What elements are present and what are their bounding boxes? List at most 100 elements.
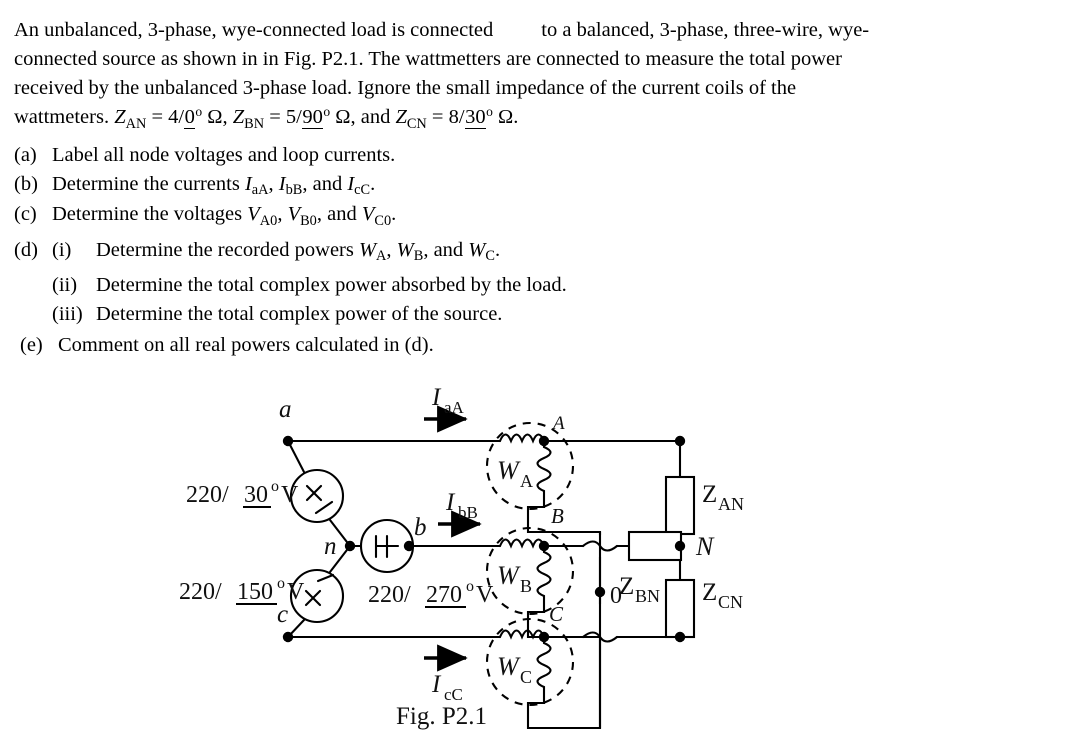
item-b: (b) Determine the currents IaA, IbB, and… <box>14 170 1054 201</box>
node-label-c: c <box>277 601 288 628</box>
statement-line-1: An unbalanced, 3-phase, wye-connected lo… <box>14 16 1054 45</box>
z-bn-angle: 90 <box>301 106 324 129</box>
source-b-magnitude: 220/ <box>368 582 411 608</box>
voltage-b0-subscript: B0 <box>300 212 317 229</box>
circuit-figure: a c n b N 0 220/ 30 o V 220/ 150 o V 220… <box>0 372 1069 750</box>
impedance-label-zbn: Z BN <box>619 573 660 606</box>
node-dot-wattmeter-b-tap <box>538 540 550 552</box>
item-c-text: Determine the voltages VA0, VB0, and VC0… <box>52 200 1054 231</box>
item-b-prefix: Determine the currents <box>52 172 245 195</box>
source-c-magnitude: 220/ <box>179 579 222 605</box>
node-dot-N <box>674 540 686 552</box>
node-dot-zcn-bottom <box>674 631 686 643</box>
node-label-N: N <box>695 532 715 561</box>
source-label-a: 220/ 30 o V <box>186 478 299 508</box>
wire-a-to-source-a <box>286 439 306 474</box>
source-label-b: 220/ 270 o V <box>368 578 494 608</box>
power-wb-symbol: W <box>396 238 414 261</box>
node-dot-a <box>282 435 294 447</box>
z-an-subscript: AN <box>125 115 147 132</box>
problem-items: (a) Label all node voltages and loop cur… <box>14 141 1054 360</box>
source-b-unit: V <box>476 582 494 608</box>
z-cn-subscript: CN <box>406 115 427 132</box>
circuit-diagram-svg: a c n b N 0 220/ 30 o V 220/ 150 o V 220… <box>179 384 744 730</box>
wattmeter-a-symbol: W <box>497 456 521 485</box>
wattmeter-a-subscript: A <box>520 471 533 491</box>
z-an-equals: = 4/ <box>146 106 185 128</box>
current-ibb-subscript: bB <box>458 503 478 522</box>
impedance-zcn-subscript: CN <box>718 592 743 612</box>
source-a-unit: V <box>281 482 299 508</box>
z-bn-subscript: BN <box>244 115 265 132</box>
impedance-zcn-box <box>664 578 696 639</box>
item-d-marker: (d) <box>14 238 38 261</box>
voltage-b0-symbol: V <box>287 203 301 225</box>
item-d-ii: (ii) Determine the total complex power a… <box>14 271 1054 300</box>
z-an-degree: o <box>195 103 203 119</box>
current-aa-subscript: aA <box>251 182 269 199</box>
impedance-zbn-subscript: BN <box>635 586 660 606</box>
item-c-prefix: Determine the voltages <box>52 203 248 225</box>
z-an-ohm: Ω, <box>202 106 233 128</box>
source-a-angle: 30 <box>244 482 268 508</box>
wattmeter-c-voltage-coil <box>536 635 552 695</box>
z-bn-equals: = 5/ <box>264 106 302 128</box>
source-c-angle: 150 <box>237 579 273 605</box>
current-cc-subscript: cC <box>354 182 371 199</box>
current-icc-symbol: I <box>431 671 442 698</box>
current-bb-symbol: I <box>278 172 286 195</box>
current-bb-subscript: bB <box>285 182 303 199</box>
z-cn-degree: o <box>486 103 493 119</box>
item-e-text: Comment on all real powers calculated in… <box>58 334 434 356</box>
item-a-marker: (a) <box>14 144 37 166</box>
item-c-sep1: , <box>277 203 288 225</box>
statement-line-3: received by the unbalanced 3-phase load.… <box>14 77 797 99</box>
node-dot-wattmeter-c-tap <box>538 631 550 643</box>
voltage-a0-symbol: V <box>247 203 260 225</box>
current-label-ibb: I bB <box>445 489 478 522</box>
source-b-angle: 270 <box>426 582 462 608</box>
source-label-c: 220/ 150 o V <box>179 575 305 605</box>
problem-page: An unbalanced, 3-phase, wye-connected lo… <box>0 0 1069 750</box>
z-cn-symbol: Z <box>395 106 407 128</box>
current-label-icc: I cC <box>431 671 463 704</box>
item-d-i-marker: (i) <box>52 238 72 261</box>
wattmeter-b-voltage-coil <box>536 544 552 604</box>
statement-line-4-prefix: wattmeters. <box>14 106 115 128</box>
voltage-a0-subscript: A0 <box>259 212 278 229</box>
node-label-n: n <box>324 533 337 560</box>
item-c-marker: (c) <box>14 203 37 225</box>
junction-dots <box>282 435 686 643</box>
source-a-magnitude: 220/ <box>186 482 229 508</box>
z-bn-ohm: Ω, and <box>330 106 396 128</box>
impedance-label-zan: Z AN <box>702 481 744 514</box>
item-e: (e) Comment on all real powers calculate… <box>14 331 1054 360</box>
z-cn-equals: = 8/ <box>426 106 465 128</box>
wattmeter-label-b: W B B <box>497 504 564 596</box>
item-d-i: (d) (i) Determine the recorded powers WA… <box>14 236 1054 267</box>
item-d-i-text: Determine the recorded powers WA, WB, an… <box>96 236 1054 267</box>
item-d-i-sep1: , <box>386 238 397 261</box>
item-d-i-sep3: . <box>494 238 501 261</box>
impedance-zbn-box <box>627 530 683 562</box>
z-cn-angle: 30 <box>464 106 487 129</box>
power-wc-subscript: C <box>485 248 495 265</box>
z-cn-ohm: Ω. <box>492 106 519 128</box>
item-d-i-sep2: , and <box>423 238 469 261</box>
power-wc-symbol: W <box>468 238 486 261</box>
power-wa-subscript: A <box>376 248 387 265</box>
wattmeter-b-current-coil <box>498 538 546 549</box>
figure-caption: Fig. P2.1 <box>396 703 487 730</box>
wattmeter-c-tag: C <box>549 602 564 626</box>
current-icc-subscript: cC <box>444 685 463 704</box>
current-aa-symbol: I <box>244 172 252 195</box>
item-d-ii-text: Determine the total complex power absorb… <box>96 274 567 296</box>
item-a: (a) Label all node voltages and loop cur… <box>14 141 1054 170</box>
source-c-degree: o <box>277 575 285 592</box>
node-dot-c <box>282 631 294 643</box>
z-an-angle: 0 <box>184 106 196 129</box>
impedance-zan-subscript: AN <box>718 494 744 514</box>
statement-line-4: wattmeters. ZAN = 4/0o Ω, ZBN = 5/90o Ω,… <box>14 103 1054 134</box>
node-label-b: b <box>414 514 427 541</box>
item-b-text: Determine the currents IaA, IbB, and IcC… <box>52 170 1054 201</box>
